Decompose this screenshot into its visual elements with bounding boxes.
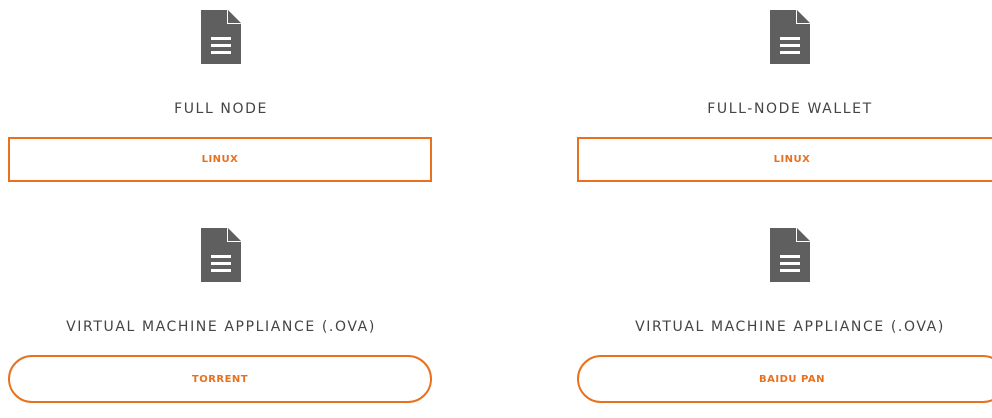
download-card-full-node: FULL NODE LINUX: [8, 0, 434, 200]
download-card-vm-torrent: VIRTUAL MACHINE APPLIANCE (.OVA) TORRENT: [8, 218, 434, 418]
download-card-vm-baidu: VIRTUAL MACHINE APPLIANCE (.OVA) BAIDU P…: [577, 218, 992, 418]
baidu-pan-download-button[interactable]: BAIDU PAN: [577, 355, 992, 403]
document-icon: [770, 10, 810, 64]
download-card-full-node-wallet: FULL-NODE WALLET LINUX: [577, 0, 992, 200]
card-title: FULL NODE: [174, 101, 268, 117]
document-icon: [201, 10, 241, 64]
card-title: VIRTUAL MACHINE APPLIANCE (.OVA): [635, 319, 945, 335]
linux-download-button[interactable]: LINUX: [8, 137, 432, 182]
document-icon: [201, 228, 241, 282]
card-title: FULL-NODE WALLET: [707, 101, 873, 117]
card-title: VIRTUAL MACHINE APPLIANCE (.OVA): [66, 319, 376, 335]
torrent-download-button[interactable]: TORRENT: [8, 355, 432, 403]
document-icon: [770, 228, 810, 282]
linux-download-button[interactable]: LINUX: [577, 137, 992, 182]
